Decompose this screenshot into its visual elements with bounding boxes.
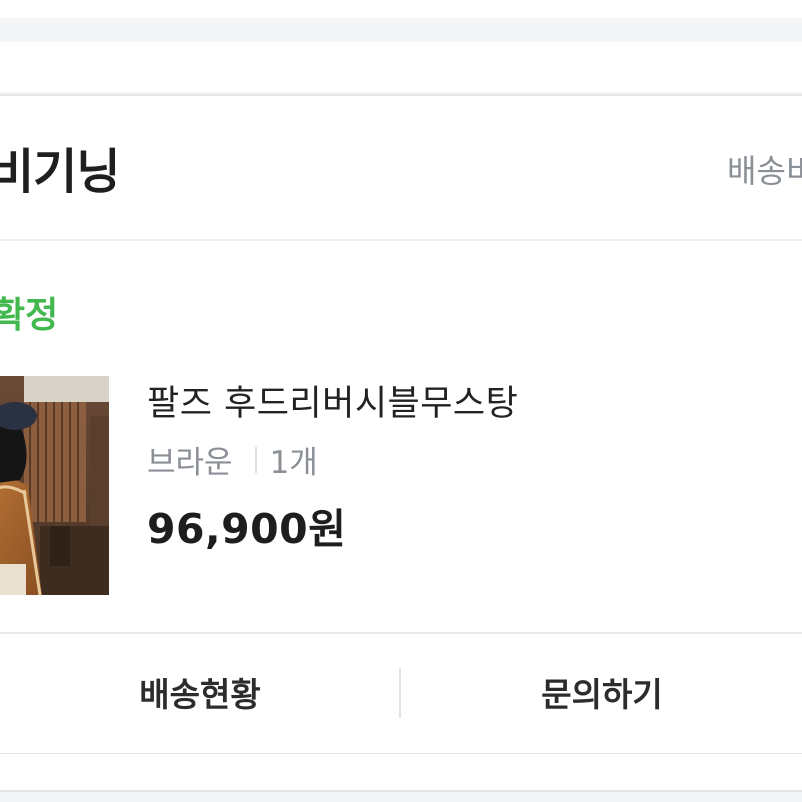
product-price: 96,900원	[147, 505, 347, 553]
option-quantity: 1개	[269, 445, 318, 481]
order-status: 확정	[0, 295, 59, 336]
option-separator	[254, 446, 257, 473]
divider	[0, 239, 802, 241]
product-photo	[0, 376, 109, 595]
shipping-status-button[interactable]: 배송현황	[0, 634, 400, 749]
header-strip	[0, 42, 802, 92]
option-color: 브라운	[147, 445, 233, 481]
product-options: 브라운 1개	[147, 437, 318, 482]
product-name[interactable]: 팔즈 후드리버시블무스탕	[147, 375, 518, 426]
store-name[interactable]: 비기닝	[0, 132, 120, 202]
order-detail-page: 비기닝 배송비 확정 팔즈 후드리버시블무스탕 브라운 1개 96,900원 배…	[0, 0, 802, 802]
bottom-strip	[0, 754, 802, 790]
shipping-fee-label: 배송비	[727, 152, 802, 190]
inquiry-button[interactable]: 문의하기	[402, 634, 802, 749]
bottom-divider	[0, 790, 802, 792]
product-thumbnail[interactable]	[0, 376, 109, 595]
top-strip	[0, 0, 802, 18]
button-separator	[399, 668, 401, 718]
